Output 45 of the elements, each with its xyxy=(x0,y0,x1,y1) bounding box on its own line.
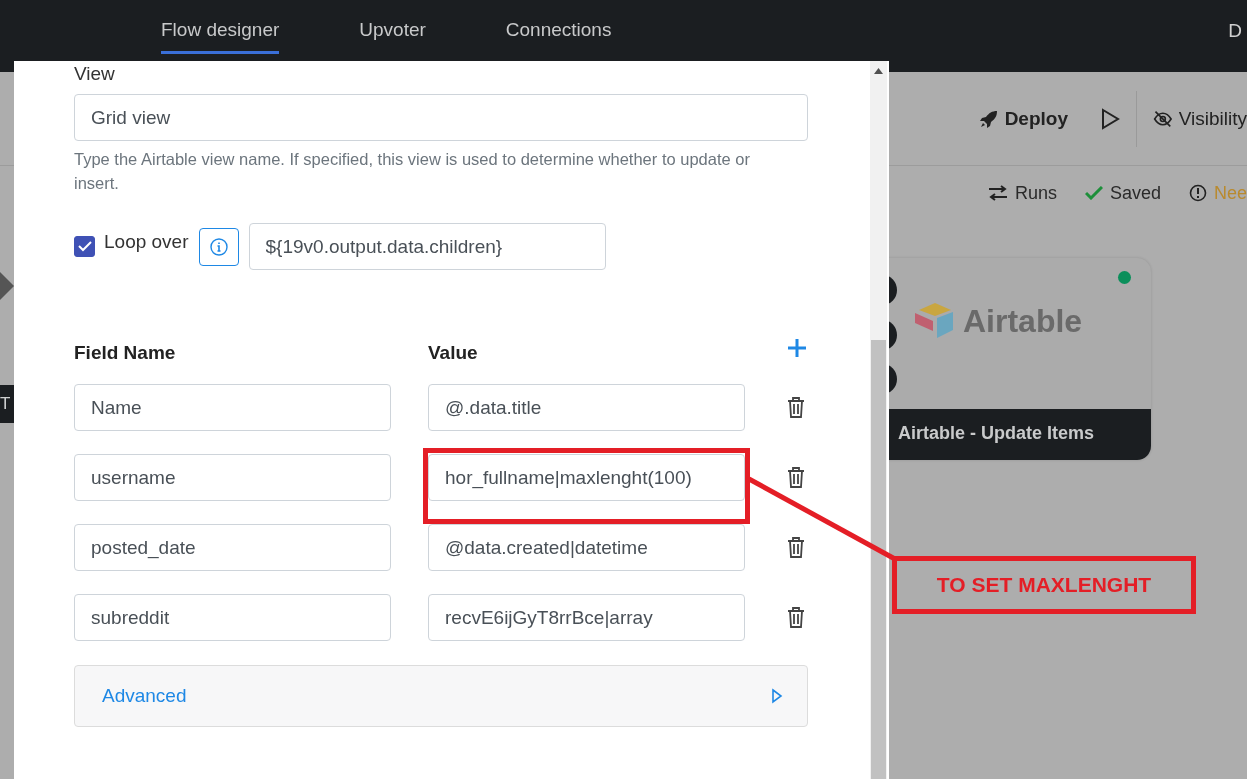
field-label: View xyxy=(74,63,116,85)
input-field[interactable]: Name xyxy=(74,384,391,431)
input-field[interactable]: @.data.title xyxy=(428,384,745,431)
eye-off-icon xyxy=(1153,108,1173,129)
saved-status[interactable]: Saved xyxy=(1084,182,1161,204)
info-icon xyxy=(209,237,228,256)
annotation-label: TO SET MAXLENGHT xyxy=(892,556,1196,614)
input-field[interactable]: posted_date xyxy=(74,524,391,571)
nav-link[interactable]: D xyxy=(1228,20,1242,42)
nav-tab[interactable]: Connections xyxy=(505,0,612,54)
input-field[interactable]: recvE6ijGyT8rrBce|array xyxy=(428,594,745,641)
flow-node[interactable]: T xyxy=(0,385,14,423)
trash-icon[interactable] xyxy=(787,537,805,558)
input-field[interactable]: @data.created|datetime xyxy=(428,524,745,571)
info-button[interactable] xyxy=(198,227,239,266)
runs-status[interactable]: Runs xyxy=(987,182,1057,204)
alert-circle-icon xyxy=(1188,184,1207,202)
checkbox[interactable] xyxy=(74,236,95,257)
trash-icon[interactable] xyxy=(787,467,805,488)
help-text: Type the Airtable view name. If specified, this view is used to determine whether to update or insert. xyxy=(74,149,751,194)
column-header: Value xyxy=(428,341,479,364)
trash-icon[interactable] xyxy=(787,607,805,628)
nav-tab[interactable]: Upvoter xyxy=(359,0,426,54)
check-icon xyxy=(77,241,92,252)
input-field[interactable]: hor_fullname|maxlenght(100) xyxy=(428,454,745,501)
check-icon xyxy=(1084,186,1103,200)
nav-tab[interactable]: Flow designer xyxy=(161,0,280,54)
scroll-up-icon[interactable] xyxy=(874,68,883,74)
input-field[interactable]: username xyxy=(74,454,391,501)
caret-icon xyxy=(771,688,783,704)
visibility-button[interactable]: Visibility xyxy=(1137,107,1247,130)
input-field[interactable]: Grid view xyxy=(74,94,808,141)
column-header: Field Name xyxy=(74,341,177,364)
scrollbar[interactable] xyxy=(870,61,887,779)
trash-icon[interactable] xyxy=(787,397,805,418)
checkbox-label: Loop over xyxy=(104,230,189,253)
play-icon xyxy=(1100,107,1120,130)
arrow-icon xyxy=(0,272,14,300)
logo-text: Airtable xyxy=(963,302,1083,340)
deploy-button[interactable]: Deploy xyxy=(962,107,1084,130)
input-field[interactable]: ${19v0.output.data.children} xyxy=(248,223,606,270)
swap-arrows-icon xyxy=(987,185,1008,201)
node-label: T xyxy=(0,394,11,414)
input-field[interactable]: subreddit xyxy=(74,594,391,641)
rocket-icon xyxy=(978,108,999,129)
